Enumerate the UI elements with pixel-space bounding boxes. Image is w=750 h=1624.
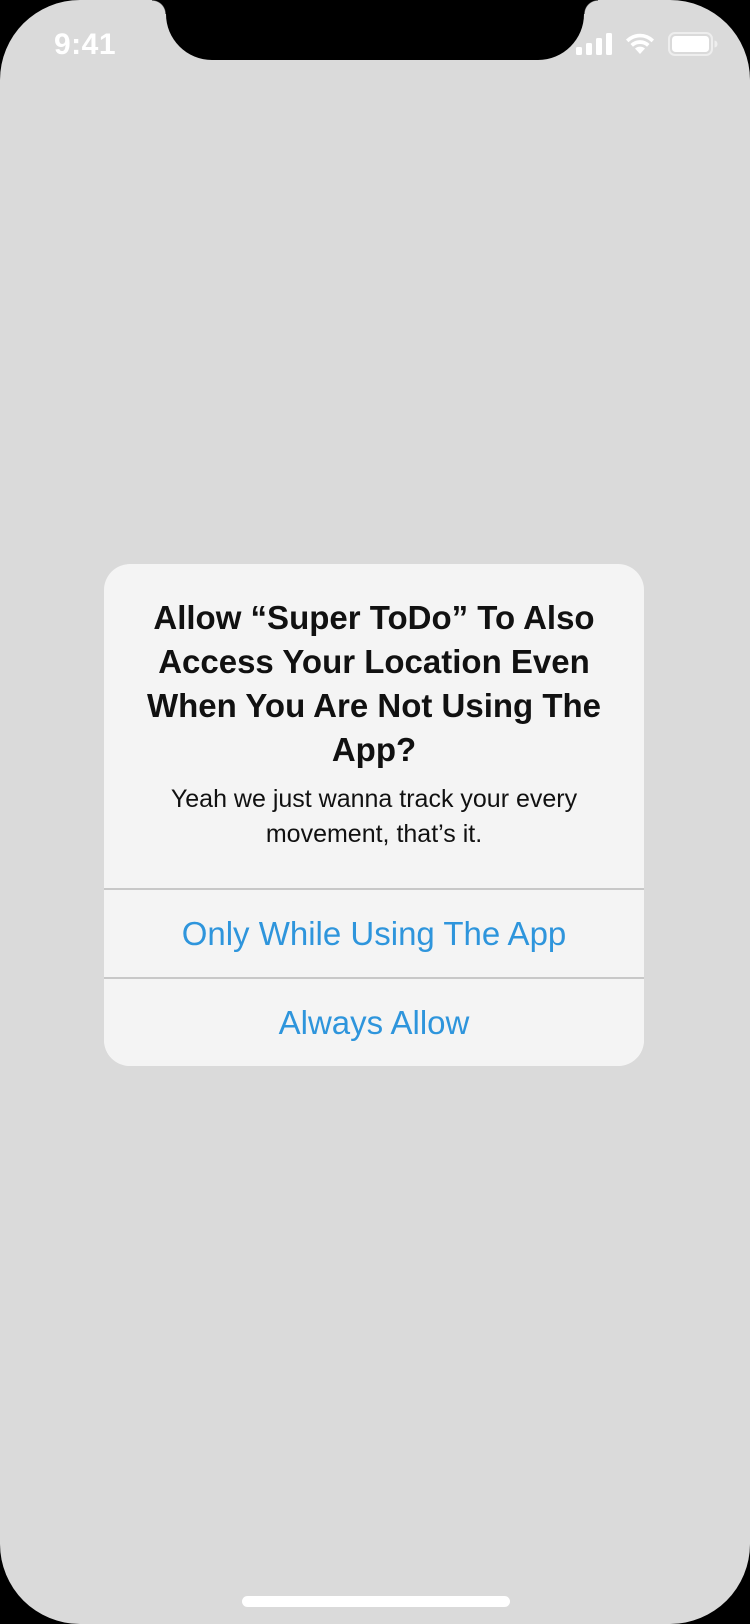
battery-icon	[668, 32, 718, 61]
cellular-signal-icon	[576, 33, 612, 60]
always-allow-button[interactable]: Always Allow	[104, 977, 644, 1066]
alert-body: Allow “Super ToDo” To Also Access Your L…	[104, 564, 644, 888]
phone-screen: 9:41 Allow “Super ToDo” To Also Access Y…	[0, 0, 750, 1624]
wifi-icon	[624, 32, 656, 61]
location-permission-alert: Allow “Super ToDo” To Also Access Your L…	[104, 564, 644, 1066]
alert-message: Yeah we just wanna track your every move…	[170, 785, 578, 848]
alert-title: Allow “Super ToDo” To Also Access Your L…	[146, 599, 602, 768]
home-indicator[interactable]	[242, 1596, 510, 1607]
status-icons	[576, 32, 718, 61]
status-bar: 9:41	[0, 0, 750, 88]
status-time: 9:41	[54, 28, 117, 61]
only-while-using-button[interactable]: Only While Using The App	[104, 888, 644, 977]
